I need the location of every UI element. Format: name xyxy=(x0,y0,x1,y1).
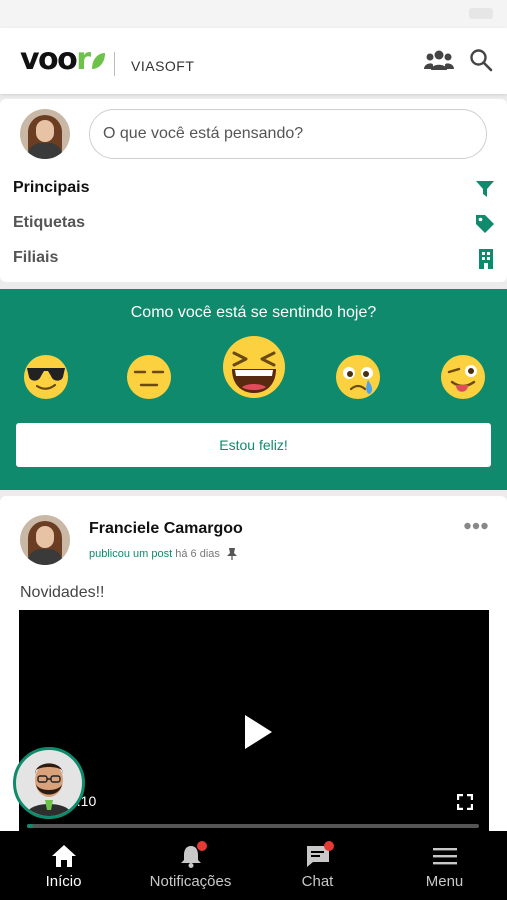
mood-question: Como você está se sentindo hoje? xyxy=(130,304,377,321)
neutral-emoji[interactable] xyxy=(126,354,172,400)
post-meta: publicou um post há 6 dias xyxy=(89,548,237,561)
avatar-face xyxy=(36,526,54,548)
laughing-emoji[interactable] xyxy=(222,335,286,399)
tab-label: Início xyxy=(45,873,82,890)
play-icon[interactable] xyxy=(243,714,273,750)
pin-icon xyxy=(226,548,237,561)
bell-icon-wrap xyxy=(178,841,207,869)
logo-leaf-icon xyxy=(91,53,105,69)
tab-chat[interactable]: Chat xyxy=(254,831,381,900)
post-action: publicou um post xyxy=(89,548,173,560)
filter-filiais[interactable]: Filiais xyxy=(0,243,507,275)
header-divider xyxy=(114,52,115,76)
tab-label: Menu xyxy=(425,873,464,890)
app-header: voor VIASOFT xyxy=(0,28,507,94)
bottom-tab-bar: Início Notificações Chat Menu xyxy=(0,831,507,900)
battery-icon xyxy=(469,8,493,19)
avatar-body xyxy=(27,143,63,159)
mood-selection-button[interactable]: Estou feliz! xyxy=(16,423,491,467)
floating-bitmoji-avatar[interactable] xyxy=(13,747,85,819)
composer-card: Principais Etiquetas Filiais xyxy=(0,99,507,282)
home-icon xyxy=(51,845,76,867)
tab-label: Chat xyxy=(301,873,334,890)
search-icon[interactable] xyxy=(469,48,493,72)
tab-menu[interactable]: Menu xyxy=(381,831,507,900)
filter-label: Filiais xyxy=(13,249,59,266)
tab-label: Notificações xyxy=(149,873,232,890)
bitmoji-icon xyxy=(26,763,72,816)
logo-leaf: r xyxy=(76,42,91,77)
avatar-face xyxy=(36,120,54,142)
post-time: há 6 dias xyxy=(175,548,220,560)
notification-badge xyxy=(196,841,207,851)
video-player[interactable]: 0:10 xyxy=(19,610,489,832)
hamburger-icon xyxy=(432,848,457,865)
cool-emoji[interactable] xyxy=(23,354,69,400)
tab-inicio[interactable]: Início xyxy=(0,831,127,900)
filter-etiquetas[interactable]: Etiquetas xyxy=(0,208,507,240)
voor-logo[interactable]: voor xyxy=(20,42,106,77)
post-composer-input[interactable] xyxy=(89,109,487,159)
building-icon xyxy=(479,249,493,269)
video-progress-track[interactable] xyxy=(27,824,479,828)
user-avatar[interactable] xyxy=(20,109,70,159)
post-author[interactable]: Franciele Camargoo xyxy=(89,520,243,538)
wink-tongue-emoji[interactable] xyxy=(440,354,486,400)
more-options-icon[interactable] xyxy=(464,522,488,530)
chat-badge xyxy=(323,841,334,851)
filter-label: Principais xyxy=(13,179,90,196)
filter-icon xyxy=(476,181,494,197)
fullscreen-icon[interactable] xyxy=(457,794,473,810)
video-progress-fill xyxy=(27,824,33,828)
filter-principais[interactable]: Principais xyxy=(0,173,507,205)
people-icon[interactable] xyxy=(424,49,454,71)
brand-name: VIASOFT xyxy=(131,58,195,74)
mood-card: Como você está se sentindo hoje? Estou f… xyxy=(0,289,507,490)
tab-notificacoes[interactable]: Notificações xyxy=(127,831,254,900)
avatar-body xyxy=(27,549,63,565)
filter-label: Etiquetas xyxy=(13,214,86,231)
author-avatar[interactable] xyxy=(20,515,70,565)
chat-icon-wrap xyxy=(305,841,334,869)
crying-emoji[interactable] xyxy=(335,354,381,400)
status-bar xyxy=(0,0,507,28)
tag-icon xyxy=(476,215,494,233)
post-text: Novidades!! xyxy=(20,584,105,601)
